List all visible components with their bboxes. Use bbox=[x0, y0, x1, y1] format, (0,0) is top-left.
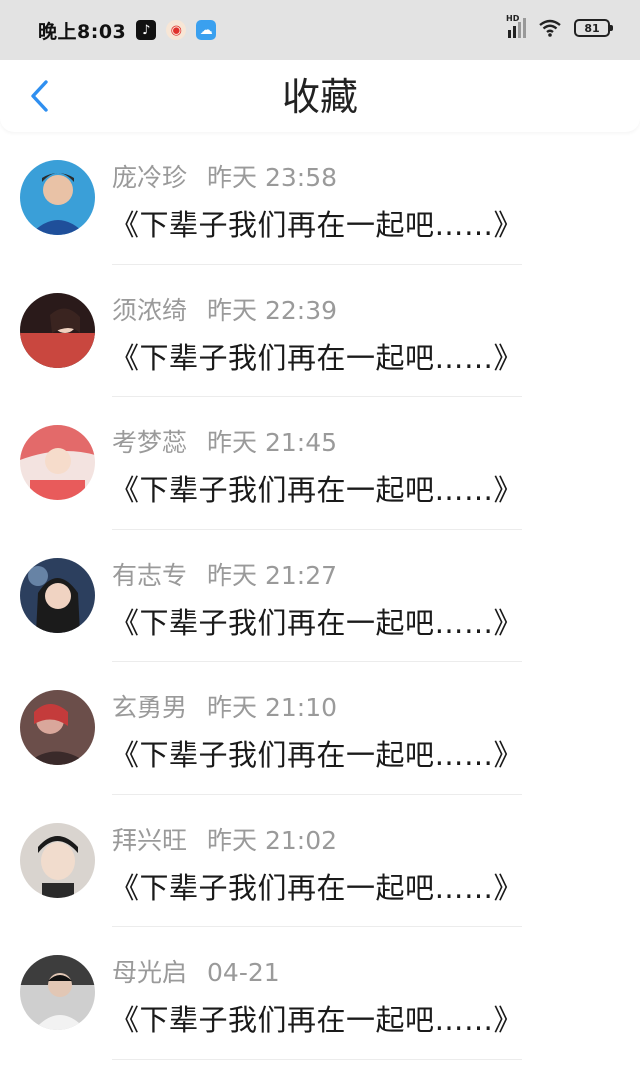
item-meta: 拜兴旺 昨天 21:02 bbox=[112, 821, 337, 857]
weibo-icon: ◉ bbox=[166, 20, 187, 40]
user-name: 须浓绮 bbox=[112, 295, 188, 325]
item-time: 昨天 21:45 bbox=[207, 428, 338, 457]
item-meta: 有志专 昨天 21:27 bbox=[112, 556, 337, 592]
favorite-item[interactable]: 须浓绮 昨天 22:39 《下辈子我们再在一起吧……》 bbox=[0, 265, 640, 397]
avatar[interactable] bbox=[20, 822, 95, 898]
item-time: 04-21 bbox=[207, 958, 280, 987]
item-content: 《下辈子我们再在一起吧……》 bbox=[110, 738, 524, 772]
avatar[interactable] bbox=[20, 292, 95, 368]
battery-level: 81 bbox=[584, 21, 600, 35]
user-name: 母光启 bbox=[112, 958, 188, 987]
user-name: 考梦蕊 bbox=[112, 428, 188, 457]
user-name: 庞冷珍 bbox=[112, 163, 188, 192]
user-name: 玄勇男 bbox=[112, 693, 188, 722]
status-time: 晚上8:03 bbox=[38, 20, 127, 43]
signal-icon: HD bbox=[506, 14, 526, 38]
cloud-icon: ☁ bbox=[196, 20, 217, 40]
item-time: 昨天 23:58 bbox=[207, 163, 338, 192]
item-content: 《下辈子我们再在一起吧……》 bbox=[110, 870, 524, 905]
avatar[interactable] bbox=[20, 160, 95, 235]
battery-icon: 81 bbox=[574, 19, 613, 37]
avatar[interactable] bbox=[20, 557, 95, 633]
item-time: 昨天 22:39 bbox=[207, 295, 338, 325]
status-indicators: HD 81 bbox=[506, 14, 613, 38]
signal-label: HD bbox=[506, 14, 520, 23]
favorite-item[interactable]: 玄勇男 昨天 21:10 《下辈子我们再在一起吧……》 bbox=[0, 662, 640, 795]
item-content: 《下辈子我们再在一起吧……》 bbox=[110, 605, 524, 640]
avatar[interactable] bbox=[20, 690, 95, 765]
user-name: 有志专 bbox=[112, 560, 188, 590]
item-meta: 玄勇男 昨天 21:10 bbox=[112, 688, 337, 724]
item-time: 昨天 21:02 bbox=[207, 825, 338, 855]
wifi-icon bbox=[538, 19, 562, 37]
item-meta: 庞冷珍 昨天 23:58 bbox=[112, 158, 337, 194]
item-time: 昨天 21:10 bbox=[207, 693, 338, 722]
item-meta: 母光启 04-21 bbox=[112, 953, 280, 989]
item-content: 《下辈子我们再在一起吧……》 bbox=[110, 473, 524, 507]
item-content: 《下辈子我们再在一起吧……》 bbox=[110, 1003, 524, 1037]
status-bar: 晚上8:03 ♪ ◉ ☁ HD 81 bbox=[0, 0, 640, 60]
item-content: 《下辈子我们再在一起吧……》 bbox=[110, 208, 524, 242]
user-name: 拜兴旺 bbox=[112, 825, 188, 855]
avatar[interactable] bbox=[20, 425, 95, 500]
page-title: 收藏 bbox=[281, 75, 358, 119]
favorite-item[interactable]: 拜兴旺 昨天 21:02 《下辈子我们再在一起吧……》 bbox=[0, 795, 640, 927]
favorite-item[interactable]: 考梦蕊 昨天 21:45 《下辈子我们再在一起吧……》 bbox=[0, 397, 640, 530]
favorites-list: 庞冷珍 昨天 23:58 《下辈子我们再在一起吧……》 须浓绮 昨天 22:39 《… bbox=[0, 132, 640, 1060]
tiktok-icon: ♪ bbox=[136, 20, 157, 40]
item-time: 昨天 21:27 bbox=[207, 560, 338, 590]
favorite-item[interactable]: 有志专 昨天 21:27 《下辈子我们再在一起吧……》 bbox=[0, 530, 640, 662]
favorite-item[interactable]: 庞冷珍 昨天 23:58 《下辈子我们再在一起吧……》 bbox=[0, 132, 640, 265]
item-meta: 须浓绮 昨天 22:39 bbox=[112, 291, 337, 327]
divider bbox=[112, 1058, 522, 1060]
favorite-item[interactable]: 母光启 04-21 《下辈子我们再在一起吧……》 bbox=[0, 927, 640, 1060]
avatar[interactable] bbox=[20, 955, 95, 1030]
item-content: 《下辈子我们再在一起吧……》 bbox=[110, 340, 524, 375]
nav-bar: 收藏 bbox=[0, 60, 640, 132]
status-app-icons: ♪ ◉ ☁ bbox=[136, 20, 217, 40]
item-meta: 考梦蕊 昨天 21:45 bbox=[112, 423, 337, 459]
